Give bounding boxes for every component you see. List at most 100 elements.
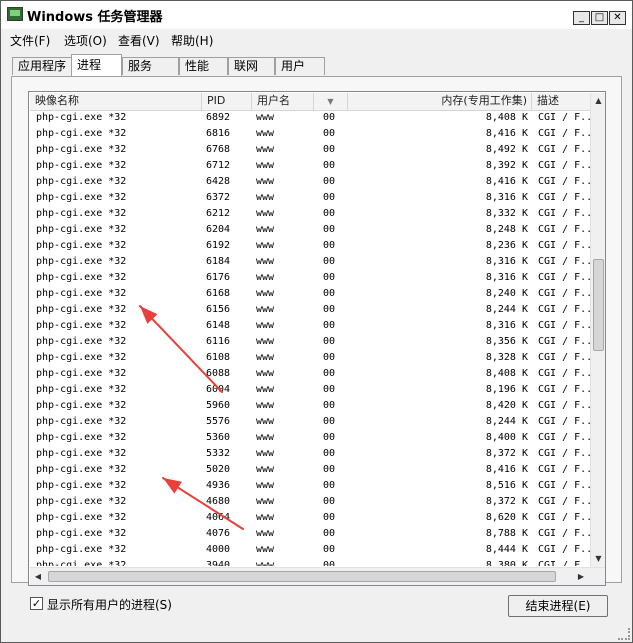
scroll-left-icon[interactable]: ◀ xyxy=(30,568,46,585)
sort-down-icon: ▼ xyxy=(327,97,334,106)
table-row[interactable]: php-cgi.exe *32 4936 www 00 8,516 K CGI / F..… xyxy=(30,478,591,494)
table-row[interactable]: php-cgi.exe *32 6372 www 00 8,316 K CGI / F..… xyxy=(30,190,591,206)
vertical-scrollbar[interactable]: ▲ ▼ xyxy=(590,93,605,567)
menu-help[interactable]: 帮助(H) xyxy=(171,32,213,49)
column-header-memory[interactable]: 内存(专用工作集) xyxy=(348,93,532,110)
cell-image-name: php-cgi.exe *32 xyxy=(36,528,127,539)
table-row[interactable]: php-cgi.exe *32 4064 www 00 8,620 K CGI / F..… xyxy=(30,510,591,526)
table-row[interactable]: php-cgi.exe *32 6176 www 00 8,316 K CGI / F..… xyxy=(30,270,591,286)
cell-user: www xyxy=(256,304,275,315)
table-row[interactable]: php-cgi.exe *32 5332 www 00 8,372 K CGI / F..… xyxy=(30,446,591,462)
table-row[interactable]: php-cgi.exe *32 6428 www 00 8,416 K CGI / F..… xyxy=(30,174,591,190)
cell-cpu: 00 xyxy=(323,176,336,187)
horizontal-scroll-thumb[interactable] xyxy=(48,571,556,582)
cell-pid: 5020 xyxy=(206,464,231,475)
menu-bar: 文件(F) 选项(O) 查看(V) 帮助(H) xyxy=(1,30,632,50)
close-button[interactable]: ✕ xyxy=(609,11,626,25)
table-row[interactable]: php-cgi.exe *32 4000 www 00 8,444 K CGI / F..… xyxy=(30,542,591,558)
table-row[interactable]: php-cgi.exe *32 5360 www 00 8,400 K CGI / F..… xyxy=(30,430,591,446)
cell-image-name: php-cgi.exe *32 xyxy=(36,464,127,475)
cell-pid: 6204 xyxy=(206,224,231,235)
cell-pid: 4000 xyxy=(206,544,231,555)
cell-user: www xyxy=(256,512,275,523)
table-row[interactable]: php-cgi.exe *32 6088 www 00 8,408 K CGI / F..… xyxy=(30,366,591,382)
scroll-up-icon[interactable]: ▲ xyxy=(591,93,605,109)
column-header-pid[interactable]: PID xyxy=(202,93,252,110)
table-row[interactable]: php-cgi.exe *32 6148 www 00 8,316 K CGI / F..… xyxy=(30,318,591,334)
cell-user: www xyxy=(256,496,275,507)
column-header-image-name[interactable]: 映像名称 xyxy=(30,93,202,110)
cell-image-name: php-cgi.exe *32 xyxy=(36,544,127,555)
cell-description: CGI / F... xyxy=(538,176,591,187)
show-all-users-label[interactable]: 显示所有用户的进程(S) xyxy=(47,596,172,613)
table-row[interactable]: php-cgi.exe *32 4680 www 00 8,372 K CGI / F..… xyxy=(30,494,591,510)
table-row[interactable]: php-cgi.exe *32 5020 www 00 8,416 K CGI / F..… xyxy=(30,462,591,478)
table-row[interactable]: php-cgi.exe *32 6712 www 00 8,392 K CGI / F..… xyxy=(30,158,591,174)
maximize-button[interactable]: □ xyxy=(591,11,608,25)
tab-networking[interactable]: 联网 xyxy=(228,57,275,75)
cell-pid: 6712 xyxy=(206,160,231,171)
tab-applications[interactable]: 应用程序 xyxy=(12,57,73,75)
tab-performance[interactable]: 性能 xyxy=(179,57,228,75)
cell-image-name: php-cgi.exe *32 xyxy=(36,288,127,299)
table-row[interactable]: php-cgi.exe *32 6212 www 00 8,332 K CGI / F..… xyxy=(30,206,591,222)
table-row[interactable]: php-cgi.exe *32 6168 www 00 8,240 K CGI / F..… xyxy=(30,286,591,302)
cell-description: CGI / F... xyxy=(538,160,591,171)
cell-cpu: 00 xyxy=(323,160,336,171)
cell-pid: 6116 xyxy=(206,336,231,347)
cell-cpu: 00 xyxy=(323,288,336,299)
tab-users[interactable]: 用户 xyxy=(275,57,325,75)
cell-pid: 3940 xyxy=(206,560,231,566)
tab-processes[interactable]: 进程 xyxy=(71,54,122,77)
cell-memory: 8,408 K xyxy=(485,368,528,379)
cell-cpu: 00 xyxy=(323,400,336,411)
column-header-description[interactable]: 描述 xyxy=(532,93,591,110)
table-row[interactable]: php-cgi.exe *32 6116 www 00 8,356 K CGI / F..… xyxy=(30,334,591,350)
cell-cpu: 00 xyxy=(323,496,336,507)
window-title: Windows 任务管理器 xyxy=(27,10,163,25)
cell-user: www xyxy=(256,368,275,379)
table-row[interactable]: php-cgi.exe *32 6768 www 00 8,492 K CGI / F..… xyxy=(30,142,591,158)
scroll-right-icon[interactable]: ▶ xyxy=(573,568,589,585)
cell-cpu: 00 xyxy=(323,480,336,491)
table-row[interactable]: php-cgi.exe *32 6892 www 00 8,408 K CGI / F..… xyxy=(30,110,591,126)
cell-pid: 5576 xyxy=(206,416,231,427)
end-process-button[interactable]: 结束进程(E) xyxy=(508,595,608,617)
column-header-cpu[interactable]: ▼ xyxy=(314,93,348,110)
menu-view[interactable]: 查看(V) xyxy=(118,32,160,49)
cell-description: CGI / F... xyxy=(538,480,591,491)
vertical-scroll-thumb[interactable] xyxy=(593,259,604,351)
table-row[interactable]: php-cgi.exe *32 3940 www 00 8,380 K CGI / F..… xyxy=(30,558,591,566)
table-row[interactable]: php-cgi.exe *32 5960 www 00 8,420 K CGI / F..… xyxy=(30,398,591,414)
table-row[interactable]: php-cgi.exe *32 6204 www 00 8,248 K CGI / F..… xyxy=(30,222,591,238)
table-row[interactable]: php-cgi.exe *32 6184 www 00 8,316 K CGI / F..… xyxy=(30,254,591,270)
cell-image-name: php-cgi.exe *32 xyxy=(36,336,127,347)
scroll-down-icon[interactable]: ▼ xyxy=(591,551,605,567)
tab-services[interactable]: 服务 xyxy=(122,57,179,75)
cell-image-name: php-cgi.exe *32 xyxy=(36,272,127,283)
table-row[interactable]: php-cgi.exe *32 6816 www 00 8,416 K CGI / F..… xyxy=(30,126,591,142)
cell-description: CGI / F... xyxy=(538,272,591,283)
minimize-button[interactable]: _ xyxy=(573,11,590,25)
process-list: 映像名称 PID 用户名 ▼ 内存(专用工作集) 描述 php-cgi.exe … xyxy=(28,91,606,586)
show-all-users-checkbox[interactable]: ✓ xyxy=(30,597,43,610)
table-row[interactable]: php-cgi.exe *32 6156 www 00 8,244 K CGI / F..… xyxy=(30,302,591,318)
table-row[interactable]: php-cgi.exe *32 6192 www 00 8,236 K CGI / F..… xyxy=(30,238,591,254)
resize-grip-icon[interactable] xyxy=(618,628,630,640)
cell-user: www xyxy=(256,560,275,566)
menu-options[interactable]: 选项(O) xyxy=(64,32,107,49)
table-row[interactable]: php-cgi.exe *32 6108 www 00 8,328 K CGI / F..… xyxy=(30,350,591,366)
cell-image-name: php-cgi.exe *32 xyxy=(36,368,127,379)
table-row[interactable]: php-cgi.exe *32 5576 www 00 8,244 K CGI / F..… xyxy=(30,414,591,430)
horizontal-scrollbar[interactable]: ◀ ▶ xyxy=(30,567,605,585)
column-header-user[interactable]: 用户名 xyxy=(252,93,314,110)
cell-memory: 8,392 K xyxy=(485,160,528,171)
cell-cpu: 00 xyxy=(323,128,336,139)
cell-cpu: 00 xyxy=(323,544,336,555)
table-row[interactable]: php-cgi.exe *32 6004 www 00 8,196 K CGI / F..… xyxy=(30,382,591,398)
table-row[interactable]: php-cgi.exe *32 4076 www 00 8,788 K CGI / F..… xyxy=(30,526,591,542)
cell-cpu: 00 xyxy=(323,416,336,427)
cell-memory: 8,316 K xyxy=(485,272,528,283)
cell-user: www xyxy=(256,352,275,363)
menu-file[interactable]: 文件(F) xyxy=(10,32,50,49)
